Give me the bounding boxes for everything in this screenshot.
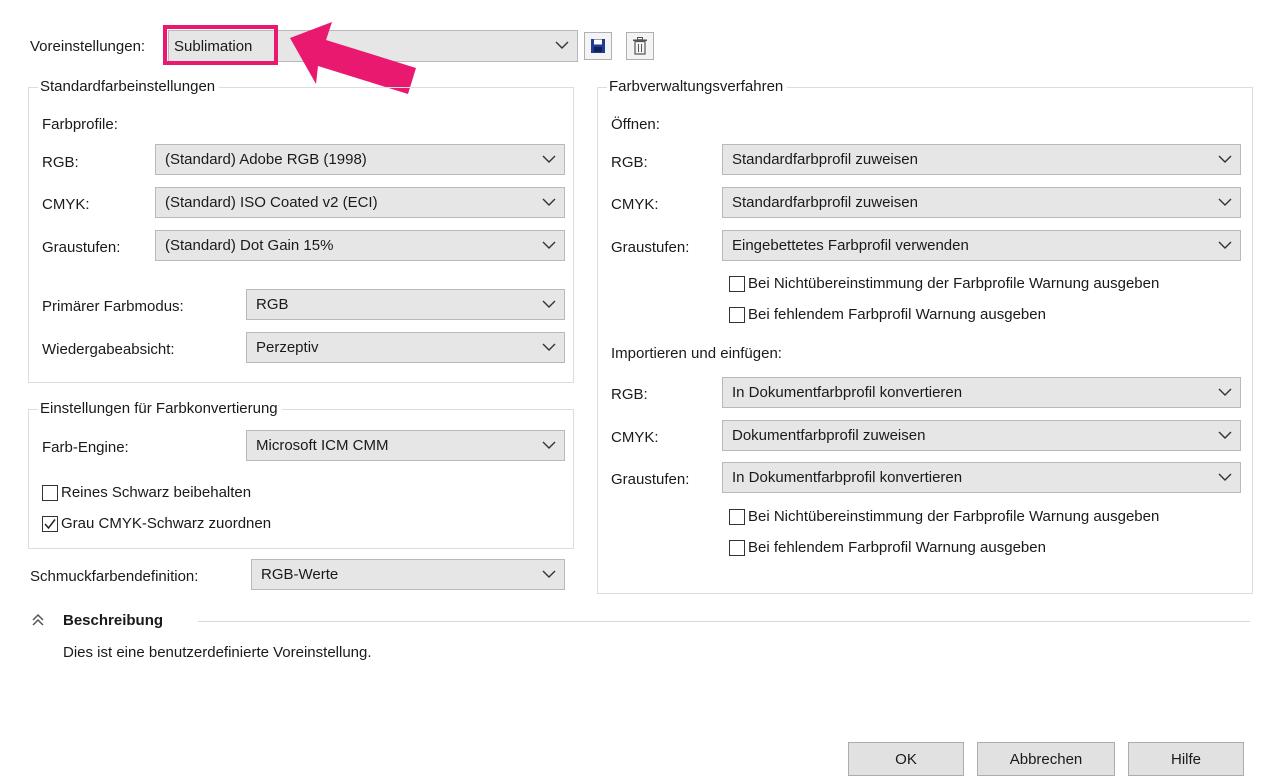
open-mismatch-checkbox[interactable]: Bei Nichtübereinstimmung der Farbprofile… (729, 275, 1159, 292)
help-button[interactable]: Hilfe (1128, 742, 1244, 776)
chevron-down-icon (542, 241, 556, 249)
spot-label: Schmuckfarbendefinition: (30, 568, 199, 585)
open-gray-value: Eingebettetes Farbprofil verwenden (732, 237, 969, 254)
description-text: Dies ist eine benutzerdefinierte Voreins… (63, 644, 372, 661)
import-missing-checkbox[interactable]: Bei fehlendem Farbprofil Warnung ausgebe… (729, 539, 1046, 556)
profiles-label: Farbprofile: (42, 116, 118, 133)
primary-mode-value: RGB (256, 296, 289, 313)
rgb-profile-select[interactable]: (Standard) Adobe RGB (1998) (155, 144, 565, 175)
save-icon (591, 39, 605, 53)
chevron-down-icon (1218, 155, 1232, 163)
cmyk-label: CMYK: (42, 196, 90, 213)
import-gray-value: In Dokumentfarbprofil konvertieren (732, 469, 963, 486)
intent-label: Wiedergabeabsicht: (42, 341, 175, 358)
cancel-button-label: Abbrechen (1009, 750, 1083, 768)
import-rgb-label: RGB: (611, 386, 648, 403)
checkbox-box[interactable] (42, 484, 58, 501)
management-group-title: Farbverwaltungsverfahren (607, 78, 788, 96)
cancel-button[interactable]: Abbrechen (977, 742, 1115, 776)
chevron-down-icon (542, 198, 556, 206)
conversion-group-title: Einstellungen für Farbkonvertierung (38, 400, 282, 418)
rgb-profile-value: (Standard) Adobe RGB (1998) (165, 151, 367, 168)
chevron-down-icon (1218, 241, 1232, 249)
open-gray-select[interactable]: Eingebettetes Farbprofil verwenden (722, 230, 1241, 261)
delete-preset-button[interactable] (626, 32, 654, 60)
import-cmyk-label: CMYK: (611, 429, 659, 446)
pure-black-checkbox[interactable]: Reines Schwarz beibehalten (42, 484, 251, 501)
checkbox-box[interactable] (42, 515, 58, 532)
open-cmyk-value: Standardfarbprofil zuweisen (732, 194, 918, 211)
checkbox-box[interactable] (729, 539, 745, 556)
gray-cmyk-label: Grau CMYK-Schwarz zuordnen (61, 515, 272, 532)
open-gray-label: Graustufen: (611, 239, 690, 256)
cmyk-profile-select[interactable]: (Standard) ISO Coated v2 (ECI) (155, 187, 565, 218)
open-rgb-select[interactable]: Standardfarbprofil zuweisen (722, 144, 1241, 175)
import-rgb-value: In Dokumentfarbprofil konvertieren (732, 384, 963, 401)
engine-value: Microsoft ICM CMM (256, 437, 389, 454)
spot-select[interactable]: RGB-Werte (251, 559, 565, 590)
pure-black-label: Reines Schwarz beibehalten (61, 484, 252, 501)
import-mismatch-label: Bei Nichtübereinstimmung der Farbprofile… (748, 508, 1160, 525)
ok-button[interactable]: OK (848, 742, 964, 776)
chevron-down-icon (1218, 198, 1232, 206)
cmyk-profile-value: (Standard) ISO Coated v2 (ECI) (165, 194, 378, 211)
chevron-down-icon (1218, 388, 1232, 396)
open-missing-label: Bei fehlendem Farbprofil Warnung ausgebe… (748, 306, 1046, 323)
chevron-down-icon (1218, 431, 1232, 439)
primary-mode-label: Primärer Farbmodus: (42, 298, 184, 315)
open-rgb-value: Standardfarbprofil zuweisen (732, 151, 918, 168)
checkmark-icon (44, 518, 56, 529)
open-rgb-label: RGB: (611, 154, 648, 171)
ok-button-label: OK (895, 750, 917, 768)
gray-cmyk-checkbox[interactable]: Grau CMYK-Schwarz zuordnen (42, 515, 271, 532)
intent-select[interactable]: Perzeptiv (246, 332, 565, 363)
gray-label: Graustufen: (42, 239, 121, 256)
primary-mode-select[interactable]: RGB (246, 289, 565, 320)
chevron-down-icon (542, 300, 556, 308)
open-label: Öffnen: (611, 116, 660, 133)
import-missing-label: Bei fehlendem Farbprofil Warnung ausgebe… (748, 539, 1046, 556)
import-mismatch-checkbox[interactable]: Bei Nichtübereinstimmung der Farbprofile… (729, 508, 1159, 525)
checkbox-box[interactable] (729, 508, 745, 525)
import-label: Importieren und einfügen: (611, 345, 782, 362)
help-button-label: Hilfe (1170, 750, 1201, 768)
preset-label: Voreinstellungen: (30, 38, 146, 55)
import-rgb-select[interactable]: In Dokumentfarbprofil konvertieren (722, 377, 1241, 408)
open-mismatch-label: Bei Nichtübereinstimmung der Farbprofile… (748, 275, 1160, 292)
chevron-down-icon (542, 570, 556, 578)
intent-value: Perzeptiv (256, 339, 319, 356)
chevron-down-icon (542, 441, 556, 449)
description-title: Beschreibung (63, 612, 164, 629)
trash-icon (633, 37, 647, 55)
spot-value: RGB-Werte (261, 566, 339, 583)
description-divider (198, 621, 1250, 622)
engine-label: Farb-Engine: (42, 439, 129, 456)
rgb-label: RGB: (42, 154, 79, 171)
chevron-double-up-icon[interactable] (31, 613, 45, 627)
chevron-down-icon (1218, 473, 1232, 481)
chevron-down-icon (542, 343, 556, 351)
import-cmyk-select[interactable]: Dokumentfarbprofil zuweisen (722, 420, 1241, 451)
checkbox-box[interactable] (729, 275, 745, 292)
open-cmyk-select[interactable]: Standardfarbprofil zuweisen (722, 187, 1241, 218)
chevron-down-icon (542, 155, 556, 163)
engine-select[interactable]: Microsoft ICM CMM (246, 430, 565, 461)
import-gray-select[interactable]: In Dokumentfarbprofil konvertieren (722, 462, 1241, 493)
open-missing-checkbox[interactable]: Bei fehlendem Farbprofil Warnung ausgebe… (729, 306, 1046, 323)
checkbox-box[interactable] (729, 306, 745, 323)
open-cmyk-label: CMYK: (611, 196, 659, 213)
import-gray-label: Graustufen: (611, 471, 690, 488)
preset-highlight (163, 25, 278, 65)
gray-profile-value: (Standard) Dot Gain 15% (165, 237, 334, 254)
gray-profile-select[interactable]: (Standard) Dot Gain 15% (155, 230, 565, 261)
import-cmyk-value: Dokumentfarbprofil zuweisen (732, 427, 926, 444)
chevron-down-icon (555, 41, 569, 49)
standard-group-title: Standardfarbeinstellungen (38, 78, 220, 96)
save-preset-button[interactable] (584, 32, 612, 60)
